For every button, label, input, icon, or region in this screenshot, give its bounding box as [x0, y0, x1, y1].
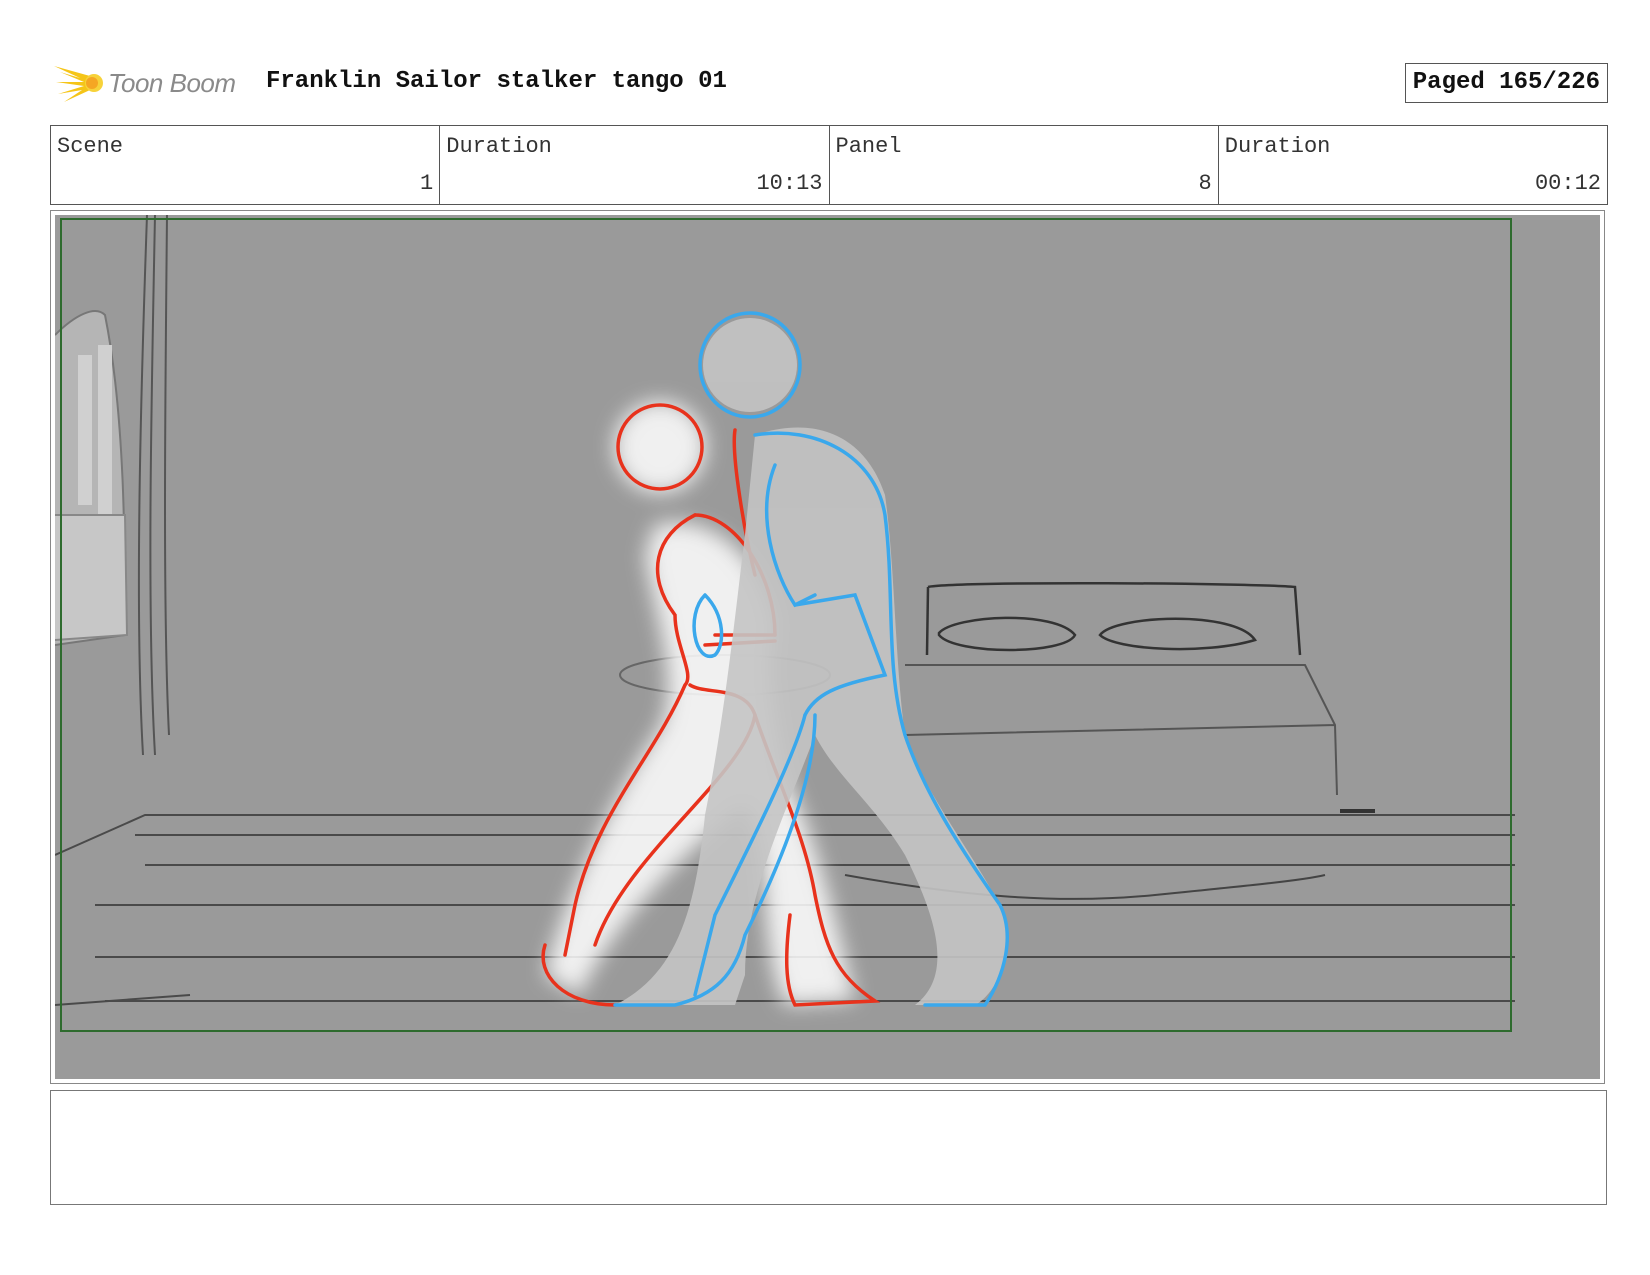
panel-cell: Panel 8 — [830, 126, 1219, 204]
toon-boom-logo: Toon Boom — [50, 60, 250, 106]
scene-info-table: Scene 1 Duration 10:13 Panel 8 Duration … — [50, 125, 1608, 205]
scene-cell: Scene 1 — [51, 126, 441, 204]
starburst-icon — [54, 66, 103, 102]
scene-duration-value: 10:13 — [756, 171, 823, 196]
scene-duration-cell: Duration 10:13 — [440, 126, 830, 204]
panel-duration-label: Duration — [1224, 134, 1331, 159]
scene-duration-label: Duration — [446, 134, 552, 159]
project-title: Franklin Sailor stalker tango 01 — [266, 68, 727, 95]
logo-text: Toon Boom — [108, 68, 236, 98]
panel-duration-value: 00:12 — [1534, 171, 1601, 196]
panel-label: Panel — [835, 134, 902, 159]
page-counter: Paged 165/226 — [1404, 63, 1608, 103]
panel-drawing — [55, 215, 1600, 1079]
panel-value: 8 — [1198, 171, 1212, 196]
storyboard-panel — [50, 210, 1605, 1084]
notes-box[interactable] — [50, 1090, 1607, 1205]
scene-value: 1 — [420, 171, 434, 196]
panel-duration-cell: Duration 00:12 — [1219, 126, 1607, 204]
scene-label: Scene — [57, 134, 124, 159]
page-header: Toon Boom Franklin Sailor stalker tango … — [50, 56, 1608, 108]
